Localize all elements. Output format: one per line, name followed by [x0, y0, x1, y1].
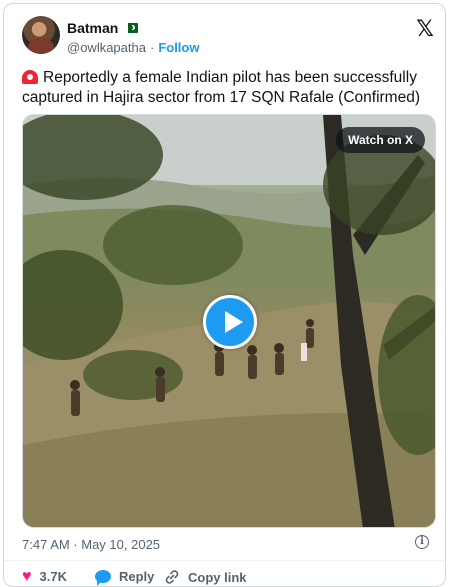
tweet-body: Reportedly a female Indian pilot has bee… [22, 69, 420, 106]
reply-button[interactable]: Reply [95, 569, 155, 586]
info-icon[interactable]: i [415, 535, 429, 549]
heart-icon: ♥ [22, 567, 32, 585]
watch-on-x-button[interactable]: Watch on X [336, 127, 425, 153]
author-name[interactable]: Batman [67, 20, 118, 36]
tweet-header: Batman @owlkapatha · Follow 𝕏 [22, 16, 442, 60]
link-icon [164, 569, 180, 585]
author-name-line: Batman [67, 20, 139, 36]
copy-link-label: Copy link [188, 569, 247, 585]
like-count: 3.7K [39, 569, 67, 584]
tweet-text: Reportedly a female Indian pilot has bee… [22, 68, 440, 108]
reply-bubble-icon [95, 570, 111, 586]
tweet-card: Batman @owlkapatha · Follow 𝕏 Reportedly… [3, 3, 446, 587]
reply-label: Reply [119, 569, 155, 584]
avatar[interactable] [22, 16, 60, 54]
separator-dot: · [149, 40, 155, 55]
video-player[interactable]: Watch on X [22, 114, 436, 528]
follow-button[interactable]: Follow [158, 40, 199, 55]
copy-link-button[interactable]: Copy link [164, 569, 247, 585]
author-handle[interactable]: @owlkapatha [67, 40, 146, 55]
pakistan-flag-icon [124, 23, 139, 33]
like-button[interactable]: ♥ 3.7K [22, 567, 67, 585]
siren-emoji-icon [22, 70, 38, 84]
tweet-timestamp[interactable]: 7:47 AM · May 10, 2025 [22, 537, 160, 552]
x-logo-icon[interactable]: 𝕏 [414, 18, 436, 40]
action-bar: ♥ 3.7K Reply Copy link [4, 560, 445, 586]
play-icon[interactable] [203, 295, 257, 349]
author-handle-line: @owlkapatha · Follow [67, 40, 199, 55]
